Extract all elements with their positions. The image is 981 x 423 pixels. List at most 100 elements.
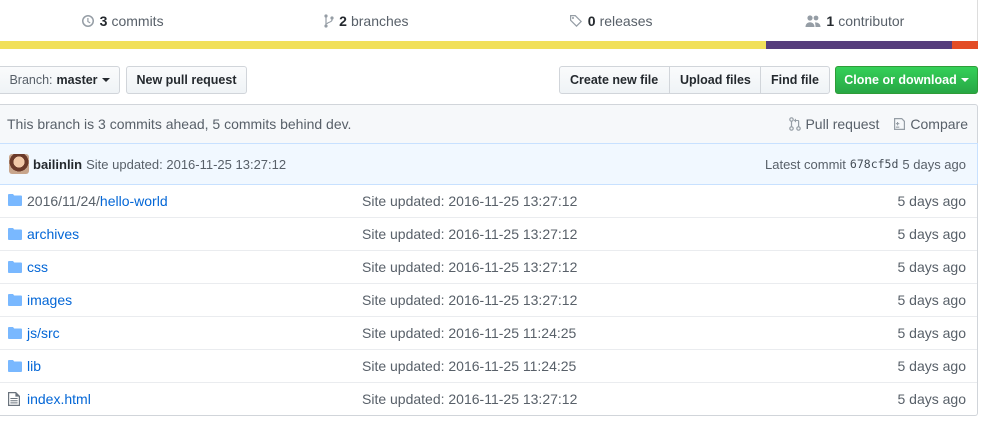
new-pull-request-label: New pull request bbox=[136, 73, 237, 87]
create-new-file-button[interactable]: Create new file bbox=[560, 67, 670, 93]
new-pull-request-button[interactable]: New pull request bbox=[126, 66, 247, 94]
file-name: lib bbox=[27, 358, 42, 374]
folder-icon bbox=[8, 327, 22, 339]
commit-age: 5 days ago bbox=[902, 156, 966, 172]
commits-count: 3 bbox=[99, 12, 108, 29]
commit-age: 5 days ago bbox=[897, 259, 967, 275]
commit-age: 5 days ago bbox=[897, 226, 967, 242]
branch-icon bbox=[324, 13, 334, 28]
commit-message-link[interactable]: Site updated: 2016-11-25 11:24:25 bbox=[362, 358, 576, 374]
file-name: css bbox=[27, 259, 48, 275]
file-name-link[interactable]: lib bbox=[27, 358, 41, 374]
folder-icon bbox=[8, 228, 22, 240]
language-segment[interactable] bbox=[765, 41, 952, 49]
branch-status: This branch is 3 commits ahead, 5 commit… bbox=[0, 104, 978, 144]
commit-message[interactable]: Site updated: 2016-11-25 13:27:12 bbox=[86, 157, 286, 172]
branch-name: master bbox=[56, 73, 98, 87]
contributors-count: 1 bbox=[826, 12, 835, 29]
folder-icon bbox=[8, 360, 22, 372]
folder-icon bbox=[8, 293, 24, 307]
table-row: js/src Site updated: 2016-11-25 11:24:25 5… bbox=[0, 316, 977, 349]
file-name: js/src bbox=[27, 325, 60, 341]
commit-message-link[interactable]: Site updated: 2016-11-25 13:27:12 bbox=[362, 226, 577, 242]
create-new-file-label: Create new file bbox=[570, 73, 659, 87]
branches-link[interactable]: 2 branches bbox=[244, 0, 488, 41]
table-row: lib Site updated: 2016-11-25 11:24:25 5 da… bbox=[0, 349, 977, 382]
table-row: 2016/11/24/hello-world Site updated: 2016… bbox=[0, 184, 977, 217]
diff-icon bbox=[894, 118, 906, 130]
avatar[interactable] bbox=[9, 154, 29, 174]
folder-icon bbox=[8, 359, 24, 373]
commit-message-link[interactable]: Site updated: 2016-11-25 13:27:12 bbox=[362, 292, 577, 308]
people-icon bbox=[805, 14, 821, 27]
file-name-link[interactable]: images bbox=[27, 292, 72, 308]
branches-count: 2 bbox=[339, 12, 347, 29]
upload-files-label: Upload files bbox=[680, 73, 751, 87]
file-actions-group: Create new file Upload files Find file bbox=[559, 66, 830, 94]
commit-age: 5 days ago bbox=[897, 391, 967, 407]
latest-commit-label: Latest commit bbox=[765, 156, 846, 172]
commit-age: 5 days ago bbox=[897, 192, 967, 209]
file-name-link[interactable]: css bbox=[27, 259, 48, 275]
find-file-label: Find file bbox=[771, 73, 819, 87]
file-name-link[interactable]: archives bbox=[27, 226, 79, 242]
pull-request-icon bbox=[789, 117, 802, 131]
releases-link[interactable]: 0 releases bbox=[489, 0, 733, 41]
clone-or-download-button[interactable]: Clone or download bbox=[835, 66, 978, 94]
branch-status-text: This branch is 3 commits ahead, 5 commit… bbox=[7, 116, 352, 132]
latest-commit-bar: bailinlin Site updated: 2016-11-25 13:27… bbox=[0, 143, 978, 185]
contributors-link[interactable]: 1 contributor bbox=[733, 0, 977, 41]
commit-sha[interactable]: 678cf5d bbox=[850, 157, 898, 171]
file-list: 2016/11/24/hello-world Site updated: 2016… bbox=[0, 184, 978, 416]
compare-link[interactable]: Compare bbox=[893, 116, 968, 132]
commit-author[interactable]: bailinlin bbox=[33, 157, 82, 172]
folder-icon bbox=[8, 261, 22, 273]
releases-count: 0 bbox=[587, 12, 596, 29]
compare-label: Compare bbox=[910, 116, 968, 132]
file-icon bbox=[8, 392, 24, 406]
folder-icon bbox=[8, 326, 24, 340]
commit-message-link[interactable]: Site updated: 2016-11-25 13:27:12 bbox=[362, 259, 577, 275]
language-bar[interactable] bbox=[0, 41, 978, 49]
commit-message-link[interactable]: Site updated: 2016-11-25 13:27:12 bbox=[362, 391, 577, 407]
file-name: archives bbox=[27, 226, 80, 242]
table-row: images Site updated: 2016-11-25 13:27:12 5… bbox=[0, 283, 977, 316]
commits-link[interactable]: 3 commits bbox=[0, 0, 244, 41]
file-icon bbox=[8, 392, 20, 406]
file-path-prefix: 2016/11/24/ bbox=[27, 192, 100, 209]
commit-age: 5 days ago bbox=[897, 292, 967, 308]
releases-label: releases bbox=[599, 12, 653, 29]
commit-message-link[interactable]: Site updated: 2016-11-25 13:27:12 bbox=[362, 193, 577, 209]
branches-label: branches bbox=[350, 12, 409, 29]
folder-icon bbox=[8, 193, 24, 207]
branch-select-button[interactable]: Branch: master bbox=[0, 66, 120, 94]
file-name-link[interactable]: 2016/11/24/hello-world bbox=[27, 193, 168, 209]
table-row: index.html Site updated: 2016-11-25 13:27… bbox=[0, 382, 977, 415]
branch-prefix: Branch: bbox=[9, 73, 53, 87]
commit-age: 5 days ago bbox=[897, 325, 967, 341]
language-segment[interactable] bbox=[0, 41, 766, 49]
repo-summary: 3 commits 2 branches 0 releases 1 contri… bbox=[0, 0, 978, 41]
commit-message-link[interactable]: Site updated: 2016-11-25 11:24:25 bbox=[362, 325, 576, 341]
tag-icon bbox=[569, 14, 582, 27]
file-name: images bbox=[27, 292, 73, 308]
chevron-down-icon bbox=[101, 78, 110, 82]
file-name: index.html bbox=[27, 391, 91, 407]
contributors-label: contributor bbox=[838, 12, 905, 29]
upload-files-button[interactable]: Upload files bbox=[670, 67, 761, 93]
pull-request-link[interactable]: Pull request bbox=[789, 116, 879, 132]
folder-icon bbox=[8, 260, 24, 274]
clone-or-download-label: Clone or download bbox=[844, 73, 957, 87]
table-row: css Site updated: 2016-11-25 13:27:12 5 da… bbox=[0, 250, 977, 283]
chevron-down-icon bbox=[960, 78, 969, 82]
table-row: archives Site updated: 2016-11-25 13:27:1… bbox=[0, 217, 977, 250]
file-name: hello-world bbox=[99, 192, 168, 209]
folder-icon bbox=[8, 227, 24, 241]
language-segment[interactable] bbox=[951, 41, 978, 49]
commits-label: commits bbox=[111, 12, 164, 29]
file-name-link[interactable]: index.html bbox=[27, 391, 91, 407]
file-name-link[interactable]: js/src bbox=[27, 325, 60, 341]
pull-request-label: Pull request bbox=[805, 116, 880, 132]
find-file-button[interactable]: Find file bbox=[761, 67, 829, 93]
folder-icon bbox=[8, 294, 22, 306]
